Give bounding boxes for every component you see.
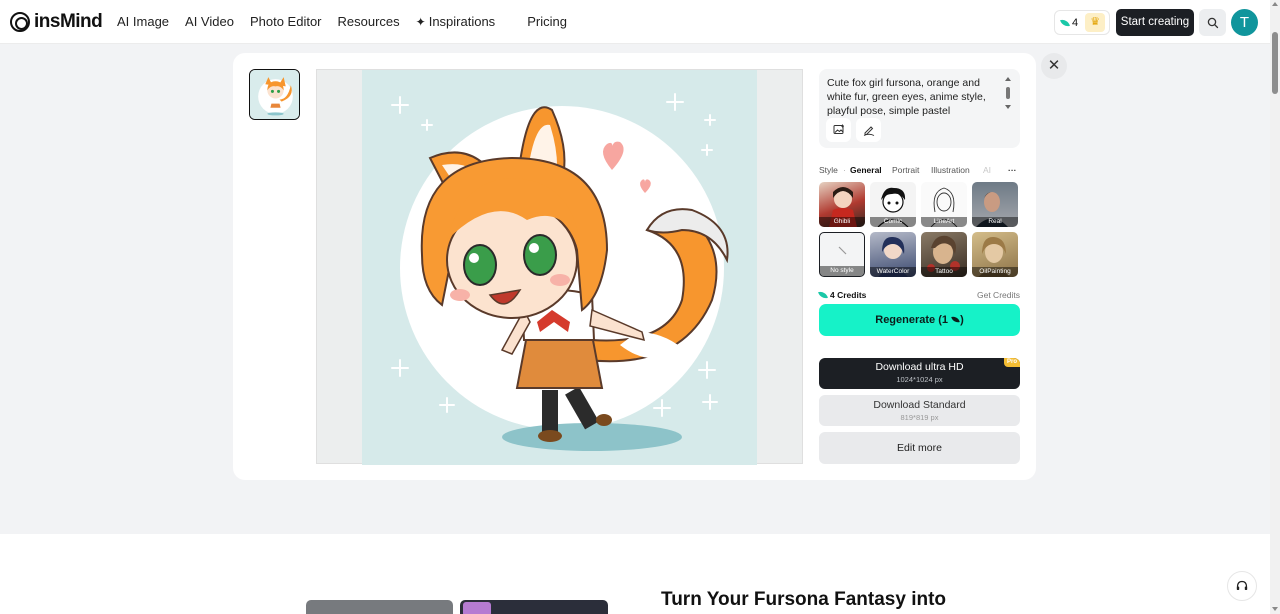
crown-icon[interactable]: ♛ bbox=[1085, 13, 1106, 32]
nav-item-inspirations[interactable]: ✦ Inspirations bbox=[416, 14, 512, 29]
credit-icon bbox=[951, 315, 960, 324]
style-label: Style bbox=[819, 165, 838, 175]
edit-more-button[interactable]: Edit more bbox=[819, 432, 1020, 464]
brand-name: insMind bbox=[34, 11, 103, 32]
style-card-label: Comic bbox=[870, 217, 916, 227]
regenerate-label-suffix: ) bbox=[960, 314, 964, 326]
headset-icon bbox=[1236, 580, 1248, 590]
style-card-label: LineArt bbox=[921, 217, 967, 227]
search-button[interactable] bbox=[1199, 9, 1226, 36]
generated-image[interactable] bbox=[362, 70, 757, 465]
tab-portrait[interactable]: Portrait bbox=[892, 165, 919, 175]
nav-item-pricing[interactable]: Pricing bbox=[527, 14, 567, 29]
style-card-oilpainting[interactable]: OilPainting bbox=[972, 232, 1018, 277]
promo-image-left bbox=[306, 600, 453, 614]
tab-ai[interactable]: AI bbox=[983, 165, 991, 175]
sketch-icon bbox=[863, 126, 874, 136]
top-nav: insMind AI Image AI Video Photo Editor R… bbox=[0, 0, 1270, 44]
prompt-scrollbar[interactable] bbox=[1005, 77, 1011, 113]
regenerate-label: Regenerate (1 bbox=[875, 314, 949, 326]
support-button[interactable] bbox=[1227, 571, 1257, 601]
style-card-watercolor[interactable]: WaterColor bbox=[870, 232, 916, 277]
credit-icon bbox=[818, 290, 828, 300]
pro-badge: Pro bbox=[1004, 358, 1020, 367]
add-image-reference-button[interactable] bbox=[826, 118, 851, 142]
sketch-tool-button[interactable] bbox=[856, 118, 881, 142]
nav-item-inspirations-label: Inspirations bbox=[428, 14, 496, 29]
style-card-ghibli[interactable]: Ghibli bbox=[819, 182, 865, 227]
credit-count: 4 bbox=[1072, 16, 1079, 29]
result-thumbnail[interactable] bbox=[249, 69, 300, 120]
page-scrollbar[interactable] bbox=[1270, 0, 1280, 614]
prompt-scroll-up-icon[interactable] bbox=[1005, 77, 1011, 81]
credit-balance[interactable]: 4 ♛ bbox=[1054, 10, 1110, 35]
tab-general[interactable]: General bbox=[850, 165, 882, 175]
scroll-thumb[interactable] bbox=[1272, 32, 1278, 94]
style-card-label: Ghibli bbox=[819, 217, 865, 227]
style-tabs: Style · General Portrait Illustration AI… bbox=[819, 165, 1020, 179]
nav-item-resources[interactable]: Resources bbox=[338, 14, 400, 29]
style-card-real[interactable]: Real bbox=[972, 182, 1018, 227]
download-standard-size: 819*819 px bbox=[900, 413, 939, 422]
tab-illustration[interactable]: Illustration bbox=[931, 165, 970, 175]
fox-girl-thumbnail-image bbox=[250, 70, 299, 119]
result-modal: Cute fox girl fursona, orange and white … bbox=[233, 53, 1036, 480]
sparkle-icon: ✦ bbox=[415, 15, 426, 29]
download-ultra-hd-label: Download ultra HD bbox=[875, 361, 964, 373]
nav-item-ai-image[interactable]: AI Image bbox=[117, 14, 169, 29]
prompt-scroll-thumb[interactable] bbox=[1006, 87, 1010, 99]
prompt-box[interactable]: Cute fox girl fursona, orange and white … bbox=[819, 69, 1020, 148]
style-card-label: Tattoo bbox=[921, 267, 967, 277]
logo-icon bbox=[10, 12, 30, 32]
credits-balance: 4 Credits bbox=[818, 290, 867, 300]
style-card-lineart[interactable]: LineArt bbox=[921, 182, 967, 227]
close-icon: ✕ bbox=[1047, 57, 1061, 74]
image-preview-canvas bbox=[316, 69, 803, 465]
download-ultra-hd-size: 1024*1024 px bbox=[896, 375, 943, 384]
prompt-scroll-down-icon[interactable] bbox=[1005, 105, 1011, 109]
style-card-label: OilPainting bbox=[972, 267, 1018, 277]
style-card-comic[interactable]: Comic bbox=[870, 182, 916, 227]
regenerate-button[interactable]: Regenerate (1 ) bbox=[819, 304, 1020, 336]
feature-section bbox=[0, 534, 1270, 614]
section-headline: Turn Your Fursona Fantasy into bbox=[661, 589, 947, 610]
credits-row: 4 Credits Get Credits bbox=[818, 290, 1020, 302]
scroll-up-arrow-icon[interactable] bbox=[1272, 2, 1278, 6]
download-standard-label: Download Standard bbox=[873, 399, 966, 411]
download-ultra-hd-button[interactable]: Download ultra HD 1024*1024 px Pro bbox=[819, 358, 1020, 389]
nav-item-photo-editor[interactable]: Photo Editor bbox=[250, 14, 322, 29]
search-icon bbox=[1207, 17, 1218, 28]
start-creating-button[interactable]: Start creating bbox=[1116, 9, 1194, 36]
close-modal-button[interactable]: ✕ bbox=[1041, 53, 1067, 79]
style-card-no-style[interactable]: No style bbox=[819, 232, 865, 277]
style-card-label: WaterColor bbox=[870, 267, 916, 277]
main-nav: AI Image AI Video Photo Editor Resources… bbox=[117, 14, 583, 29]
image-add-icon bbox=[833, 124, 844, 134]
style-card-label: Real bbox=[972, 217, 1018, 227]
scroll-down-arrow-icon[interactable] bbox=[1272, 607, 1278, 611]
brand-logo[interactable]: insMind bbox=[10, 11, 103, 33]
more-styles-icon[interactable]: ··· bbox=[1008, 165, 1017, 175]
promo-image-right bbox=[460, 600, 608, 614]
user-avatar[interactable]: T bbox=[1231, 9, 1258, 36]
get-credits-link[interactable]: Get Credits bbox=[977, 290, 1020, 300]
nav-item-ai-video[interactable]: AI Video bbox=[185, 14, 234, 29]
prompt-textarea[interactable]: Cute fox girl fursona, orange and white … bbox=[827, 76, 999, 116]
style-card-label: No style bbox=[820, 266, 864, 276]
fox-girl-illustration bbox=[362, 70, 757, 465]
style-card-tattoo[interactable]: Tattoo bbox=[921, 232, 967, 277]
download-standard-button[interactable]: Download Standard 819*819 px bbox=[819, 395, 1020, 426]
credits-amount: 4 Credits bbox=[830, 290, 867, 300]
credit-icon bbox=[1060, 17, 1070, 28]
separator-dot-icon: · bbox=[843, 165, 846, 175]
